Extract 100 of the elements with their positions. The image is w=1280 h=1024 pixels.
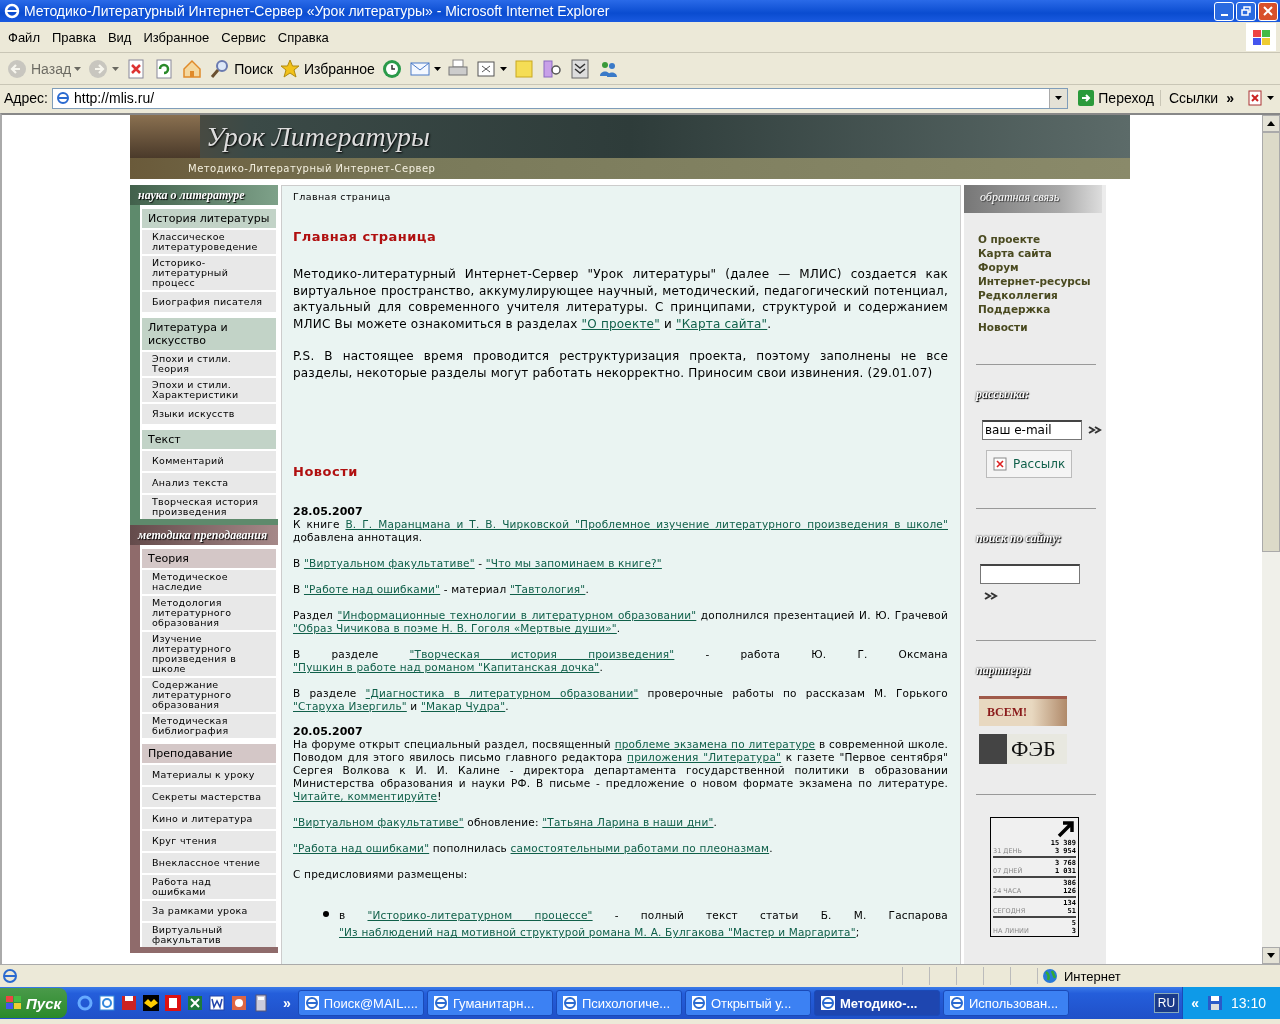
text-link[interactable]: "Творческая история произведения" [409,648,675,660]
start-button[interactable]: Пуск [0,988,68,1018]
sidebar-link[interactable]: Изучение литературного произведения в школе [142,632,276,676]
toolbar-addon-icon[interactable] [1248,90,1276,106]
restore-button[interactable] [1236,1,1256,21]
scrollbar[interactable] [1262,115,1280,964]
toolbar-button[interactable]: Поиск [207,55,275,82]
sidebar-link[interactable]: О проекте [978,232,1106,246]
sidebar-link[interactable]: Историко-литературный процесс [142,256,276,290]
sidebar-link[interactable]: Биография писателя [142,292,276,312]
text-link[interactable]: "Из наблюдений над мотивной структурой романа М. А. Булгакова "Мастер и Маргарита" [339,926,856,938]
sidebar-link[interactable]: Эпохи и стили. Теория [142,352,276,376]
text-link[interactable]: "Виртуальном факультативе" [293,816,464,828]
sidebar-link[interactable]: Классическое литературоведение [142,230,276,254]
sidebar-link[interactable]: Карта сайта [978,246,1106,260]
taskbar-button[interactable]: Методико-... [813,990,940,1016]
sidebar-link[interactable]: За рамками урока [142,901,276,921]
sidebar-link[interactable]: Методическое наследие [142,570,276,594]
close-button[interactable] [1258,1,1278,21]
document-icon[interactable] [208,994,227,1012]
dropdown-button[interactable] [1049,88,1068,108]
spreadsheet-icon[interactable] [186,994,205,1012]
menu-item[interactable]: Избранное [137,29,216,45]
floppy-icon[interactable] [1206,995,1223,1011]
sidebar-link[interactable]: Редколлегия [978,288,1106,302]
sidebar-link[interactable]: Содержание литературного образования [142,678,276,712]
text-link[interactable]: приложения "Литература" [627,751,782,763]
floppy-icon[interactable] [120,994,139,1012]
taskbar-button[interactable]: Открытый у... [684,990,811,1016]
menu-item[interactable]: Сервис [215,29,272,45]
category-link[interactable]: Литература и искусство [142,318,276,350]
language-indicator[interactable]: RU [1153,993,1180,1013]
subscribe-button[interactable]: Рассылк [986,450,1072,478]
address-field[interactable]: http://mlis.ru/ [51,87,1069,109]
text-link[interactable]: В. Г. Маранцмана и Т. В. Чирковской "Проблемное изучение литературного произведения в школе" [345,518,948,530]
text-link[interactable]: проблеме экзамена по литературе [614,738,816,750]
text-link[interactable]: самостоятельными работами по плеоназмам [510,842,770,854]
sidebar-link[interactable]: Круг чтения [142,831,276,851]
menu-item[interactable]: Файл [2,29,46,45]
desktop-icon[interactable] [98,994,117,1012]
sidebar-link[interactable]: Материалы к уроку [142,765,276,785]
sidebar-link[interactable]: Кино и литература [142,809,276,829]
taskbar-button[interactable]: Поиск@MAIL.... [297,990,424,1016]
sidebar-link[interactable]: Интернет-ресурсы [978,274,1106,288]
category-link[interactable]: Теория [142,549,276,568]
minimize-button[interactable] [1214,1,1234,21]
app-icon[interactable] [164,994,183,1012]
sidebar-link[interactable]: Форум [978,260,1106,274]
search-field[interactable] [980,564,1080,584]
double-arrow-icon[interactable] [984,592,998,600]
browser-icon[interactable] [76,994,95,1012]
sidebar-link[interactable]: Методология литературного образования [142,596,276,630]
sidebar-link[interactable]: Анализ текста [142,473,276,493]
menu-item[interactable]: Справка [271,29,335,45]
sidebar-link[interactable]: Секреты мастерства [142,787,276,807]
text-link[interactable]: "Пушкин в работе над романом "Капитанская дочка" [293,661,600,673]
menu-item[interactable]: Вид [101,29,138,45]
menu-item[interactable]: Правка [45,29,102,45]
text-link[interactable]: "О проекте" [581,316,660,331]
scroll-down-button[interactable] [1262,947,1280,964]
category-link[interactable]: Текст [142,430,276,449]
text-link[interactable]: "Историко-литературном процессе" [367,909,593,921]
partner-banner[interactable]: ФЭБ [979,734,1067,764]
toolbar-button[interactable]: Избранное [276,55,377,82]
sidebar-link[interactable]: Творческая история произведения [142,495,276,519]
category-link[interactable]: Преподавание [142,744,276,763]
sidebar-link[interactable]: Комментарий [142,451,276,471]
text-link[interactable]: "Старуха Изергиль" [293,700,407,712]
text-link[interactable]: "Карта сайта" [675,316,768,331]
links-button[interactable]: Ссылки [1164,90,1223,106]
sidebar-link[interactable]: Методическая библиография [142,714,276,738]
sidebar-link[interactable]: Эпохи и стили. Характеристики [142,378,276,402]
text-link[interactable]: "Макар Чудра" [420,700,506,712]
scroll-up-button[interactable] [1262,115,1280,132]
more-button[interactable]: » [279,995,295,1011]
email-field[interactable]: ваш e-mail [982,420,1082,440]
bat-icon[interactable] [142,994,161,1012]
presentation-icon[interactable] [230,994,249,1012]
category-link[interactable]: История литературы [142,209,276,228]
text-link[interactable]: "Тавтология" [509,583,586,595]
text-link[interactable]: "Диагностика в литературном образовании" [365,687,639,699]
partner-banner[interactable]: ВСЕМ! [979,696,1067,726]
go-button[interactable]: Переход [1072,90,1161,106]
sidebar-link[interactable]: Языки искусств [142,404,276,424]
taskbar-button[interactable]: Использован... [942,990,1069,1016]
scrollbar-thumb[interactable] [1262,132,1280,552]
text-link[interactable]: "Татьяна Ларина в наши дни" [542,816,714,828]
more-button[interactable]: » [1226,90,1234,106]
text-link[interactable]: "Что мы запоминаем в книге?" [485,557,662,569]
sidebar-link[interactable]: Поддержка [978,302,1106,316]
double-arrow-icon[interactable] [1088,426,1102,434]
sidebar-link[interactable]: Новости [978,320,1106,334]
taskbar-button[interactable]: Гуманитарн... [426,990,553,1016]
text-link[interactable]: "Образ Чичикова в поэме Н. В. Гоголя «Мертвые души»" [293,622,617,634]
taskbar-button[interactable]: Психологиче... [555,990,682,1016]
text-link[interactable]: "Работа над ошибками" [293,842,430,854]
sidebar-link[interactable]: Внеклассное чтение [142,853,276,873]
sidebar-link[interactable]: Виртуальный факультатив [142,923,276,947]
text-link[interactable]: "Информационные технологии в литературном образовании" [337,609,697,621]
sidebar-link[interactable]: Работа над ошибками [142,875,276,899]
